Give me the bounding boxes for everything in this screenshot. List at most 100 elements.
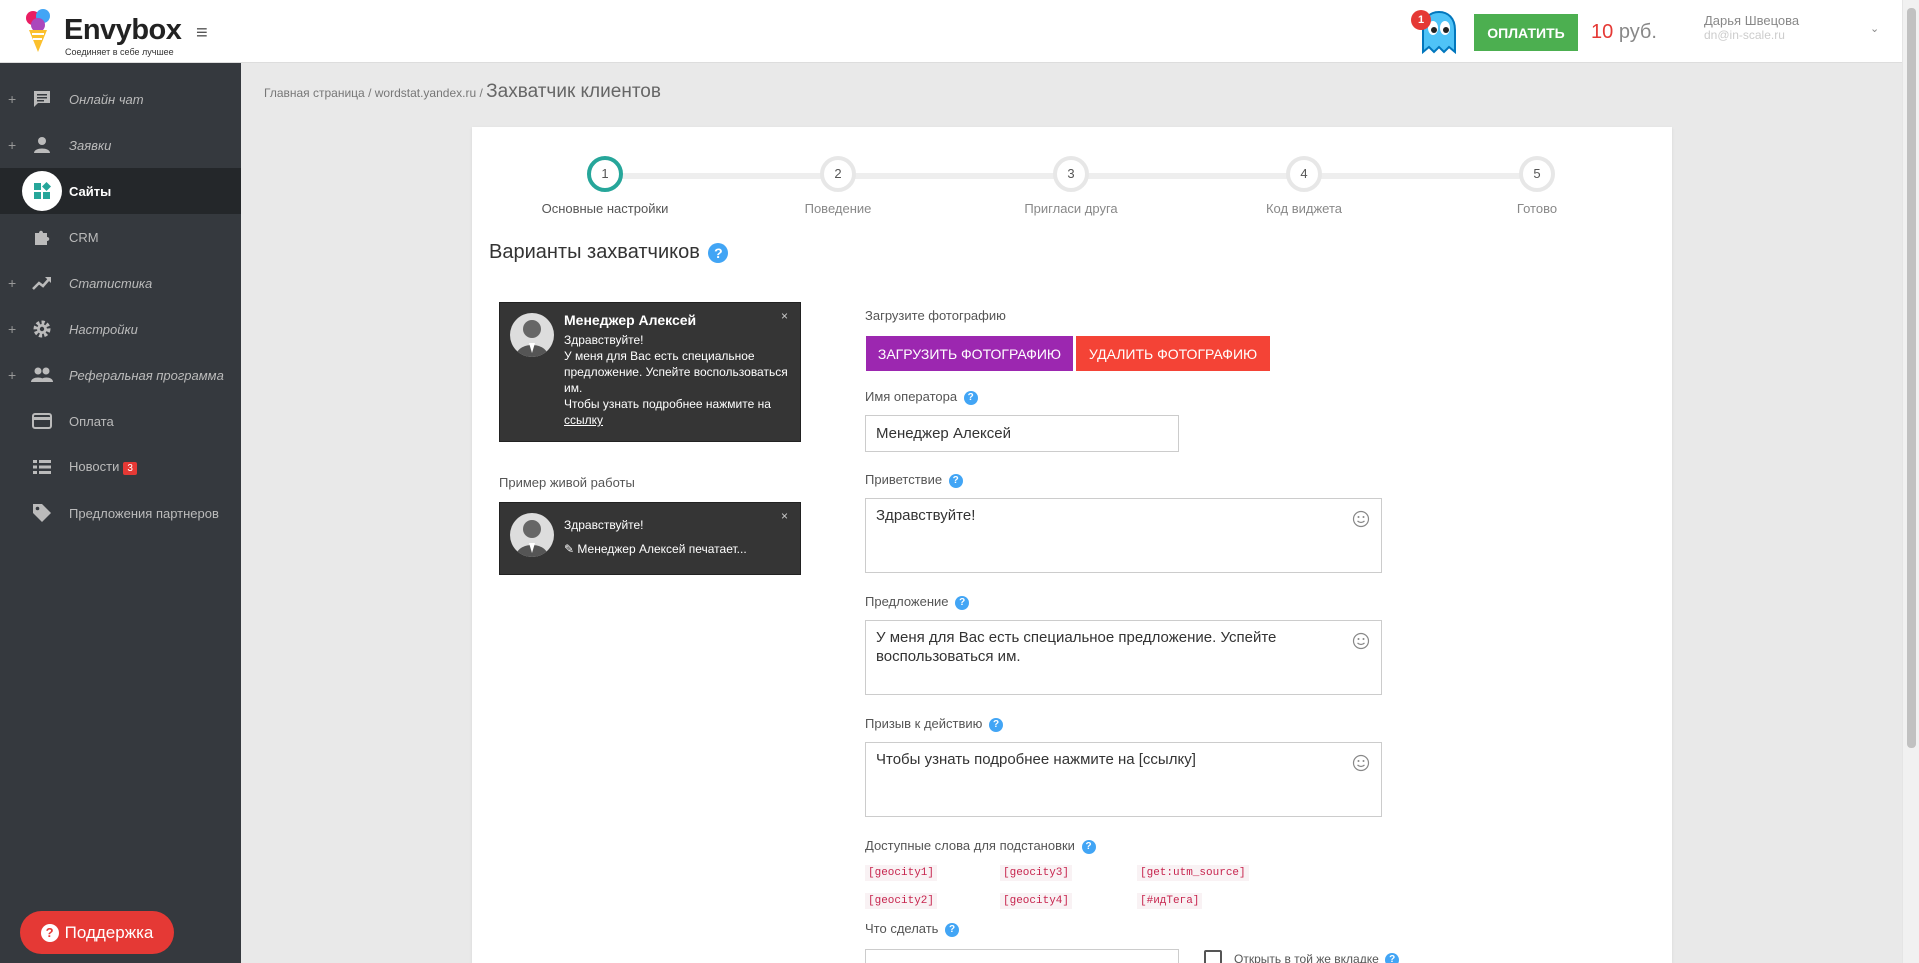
sidebar-item-sites[interactable]: Сайты: [0, 168, 241, 214]
offer-label: Предложение ?: [865, 594, 970, 610]
section-title-text: Варианты захватчиков: [489, 241, 700, 263]
section-title: Варианты захватчиков ?: [489, 241, 729, 264]
sidebar-item-crm[interactable]: CRM: [0, 214, 241, 260]
help-icon[interactable]: ?: [945, 922, 960, 937]
breadcrumb-home[interactable]: Главная страница: [264, 86, 365, 100]
balance-amount: 10: [1591, 21, 1614, 43]
live-example-label: Пример живой работы: [499, 475, 635, 490]
help-icon[interactable]: ?: [1081, 839, 1096, 854]
help-icon[interactable]: ?: [989, 717, 1004, 732]
person-icon: [30, 133, 54, 157]
menu-icon[interactable]: ≡: [196, 22, 208, 45]
sidebar-item-news[interactable]: Новости 3: [0, 444, 241, 490]
vars-label-text: Доступные слова для подстановки: [865, 838, 1075, 853]
preview-cta-text: Чтобы узнать подробнее нажмите на: [564, 397, 771, 411]
preview-message: Здравствуйте! У меня для Вас есть специа…: [564, 332, 794, 428]
credit-card-icon: [30, 409, 54, 433]
tag-icon: [30, 501, 54, 525]
sidebar-item-settings[interactable]: + Настройки: [0, 306, 241, 352]
breadcrumb-site[interactable]: wordstat.yandex.ru: [375, 86, 476, 100]
same-tab-checkbox[interactable]: [1204, 950, 1222, 963]
pay-button[interactable]: ОПЛАТИТЬ: [1474, 14, 1578, 51]
preview-widget: × Менеджер Алексей Здравствуйте! У меня …: [499, 302, 801, 442]
var-tag[interactable]: [geocity1]: [865, 865, 938, 881]
sidebar-item-requests[interactable]: + Заявки: [0, 122, 241, 168]
sidebar-item-label: Предложения партнеров: [69, 505, 219, 521]
preview-cta: Чтобы узнать подробнее нажмите на ссылку: [564, 396, 794, 428]
cta-label-text: Призыв к действию: [865, 716, 983, 731]
sidebar-item-label: Онлайн чат: [69, 91, 144, 107]
chevron-down-icon[interactable]: ⌄: [1870, 22, 1879, 35]
help-icon[interactable]: ?: [708, 242, 729, 263]
help-icon[interactable]: ?: [1385, 952, 1400, 963]
help-icon[interactable]: ?: [955, 595, 970, 610]
pencil-icon: ✎: [564, 542, 575, 556]
user-name[interactable]: Дарья Швецова: [1704, 13, 1799, 28]
step-3[interactable]: 3: [1053, 156, 1089, 192]
same-tab-label: Открыть в той же вкладке ?: [1234, 952, 1400, 963]
close-icon[interactable]: ×: [781, 309, 788, 323]
step-2-label[interactable]: Поведение: [758, 201, 918, 216]
step-5-label[interactable]: Готово: [1457, 201, 1617, 216]
sidebar-item-label: Заявки: [69, 137, 112, 153]
sidebar-item-online-chat[interactable]: + Онлайн чат: [0, 76, 241, 122]
sidebar-item-label: Настройки: [69, 321, 138, 337]
step-4[interactable]: 4: [1286, 156, 1322, 192]
cta-textarea[interactable]: Чтобы узнать подробнее нажмите на [ссылк…: [865, 742, 1382, 817]
help-icon[interactable]: ?: [963, 390, 978, 405]
sidebar-item-label: CRM: [69, 229, 99, 245]
step-5[interactable]: 5: [1519, 156, 1555, 192]
emoji-icon[interactable]: [1352, 754, 1370, 772]
list-icon: [30, 455, 54, 479]
offer-textarea[interactable]: У меня для Вас есть специальное предложе…: [865, 620, 1382, 695]
expand-icon[interactable]: +: [8, 367, 16, 383]
preview-greeting: Здравствуйте!: [564, 333, 644, 347]
expand-icon[interactable]: +: [8, 91, 16, 107]
live-preview-widget: × Здравствуйте! ✎ Менеджер Алексей печат…: [499, 502, 801, 575]
logo-tagline: Соединяет в себе лучшее: [65, 47, 174, 57]
var-tag[interactable]: [get:utm_source]: [1137, 865, 1249, 881]
sidebar-item-statistics[interactable]: + Статистика: [0, 260, 241, 306]
scroll-thumb[interactable]: [1907, 8, 1916, 748]
operator-name-input[interactable]: [865, 415, 1179, 452]
greeting-textarea[interactable]: Здравствуйте!: [865, 498, 1382, 573]
sidebar-item-payment[interactable]: Оплата: [0, 398, 241, 444]
support-button[interactable]: ? Поддержка: [20, 911, 174, 954]
sidebar-item-label: Сайты: [69, 183, 112, 199]
live-message: Здравствуйте! ✎ Менеджер Алексей печатае…: [564, 517, 794, 557]
logo-icecream-icon: [26, 9, 50, 52]
expand-icon[interactable]: +: [8, 275, 16, 291]
expand-icon[interactable]: +: [8, 321, 16, 337]
emoji-icon[interactable]: [1352, 510, 1370, 528]
expand-icon[interactable]: +: [8, 137, 16, 153]
live-typing-text: Менеджер Алексей печатает...: [577, 542, 747, 556]
action-label: Что сделать ?: [865, 921, 960, 937]
sidebar-item-referral[interactable]: + Реферальная программа: [0, 352, 241, 398]
trending-up-icon: [30, 271, 54, 295]
var-tag[interactable]: [geocity4]: [1000, 893, 1073, 909]
delete-photo-button[interactable]: УДАЛИТЬ ФОТОГРАФИЮ: [1076, 336, 1270, 371]
help-icon[interactable]: ?: [948, 473, 963, 488]
news-badge: 3: [123, 462, 137, 475]
step-1-label[interactable]: Основные настройки: [525, 201, 685, 216]
emoji-icon[interactable]: [1352, 632, 1370, 650]
step-3-label[interactable]: Пригласи друга: [991, 201, 1151, 216]
scrollbar[interactable]: [1902, 0, 1919, 963]
photo-label: Загрузите фотографию: [865, 308, 1006, 323]
preview-cta-link[interactable]: ссылку: [564, 413, 603, 427]
step-4-label[interactable]: Код виджета: [1224, 201, 1384, 216]
var-tag[interactable]: [geocity3]: [1000, 865, 1073, 881]
step-1[interactable]: 1: [587, 156, 623, 192]
greeting-label: Приветствие ?: [865, 472, 963, 488]
greeting-label-text: Приветствие: [865, 472, 943, 487]
avatar: [510, 513, 554, 557]
action-select[interactable]: [865, 949, 1179, 963]
var-tag[interactable]: [geocity2]: [865, 893, 938, 909]
step-2[interactable]: 2: [820, 156, 856, 192]
same-tab-label-text: Открыть в той же вкладке: [1234, 952, 1379, 963]
sidebar-item-partners[interactable]: Предложения партнеров: [0, 490, 241, 536]
var-tag[interactable]: [#идТега]: [1137, 893, 1203, 909]
puzzle-icon: [30, 225, 54, 249]
upload-photo-button[interactable]: ЗАГРУЗИТЬ ФОТОГРАФИЮ: [866, 336, 1073, 371]
logo[interactable]: Envybox Соединяет в себе лучшее: [22, 6, 222, 58]
